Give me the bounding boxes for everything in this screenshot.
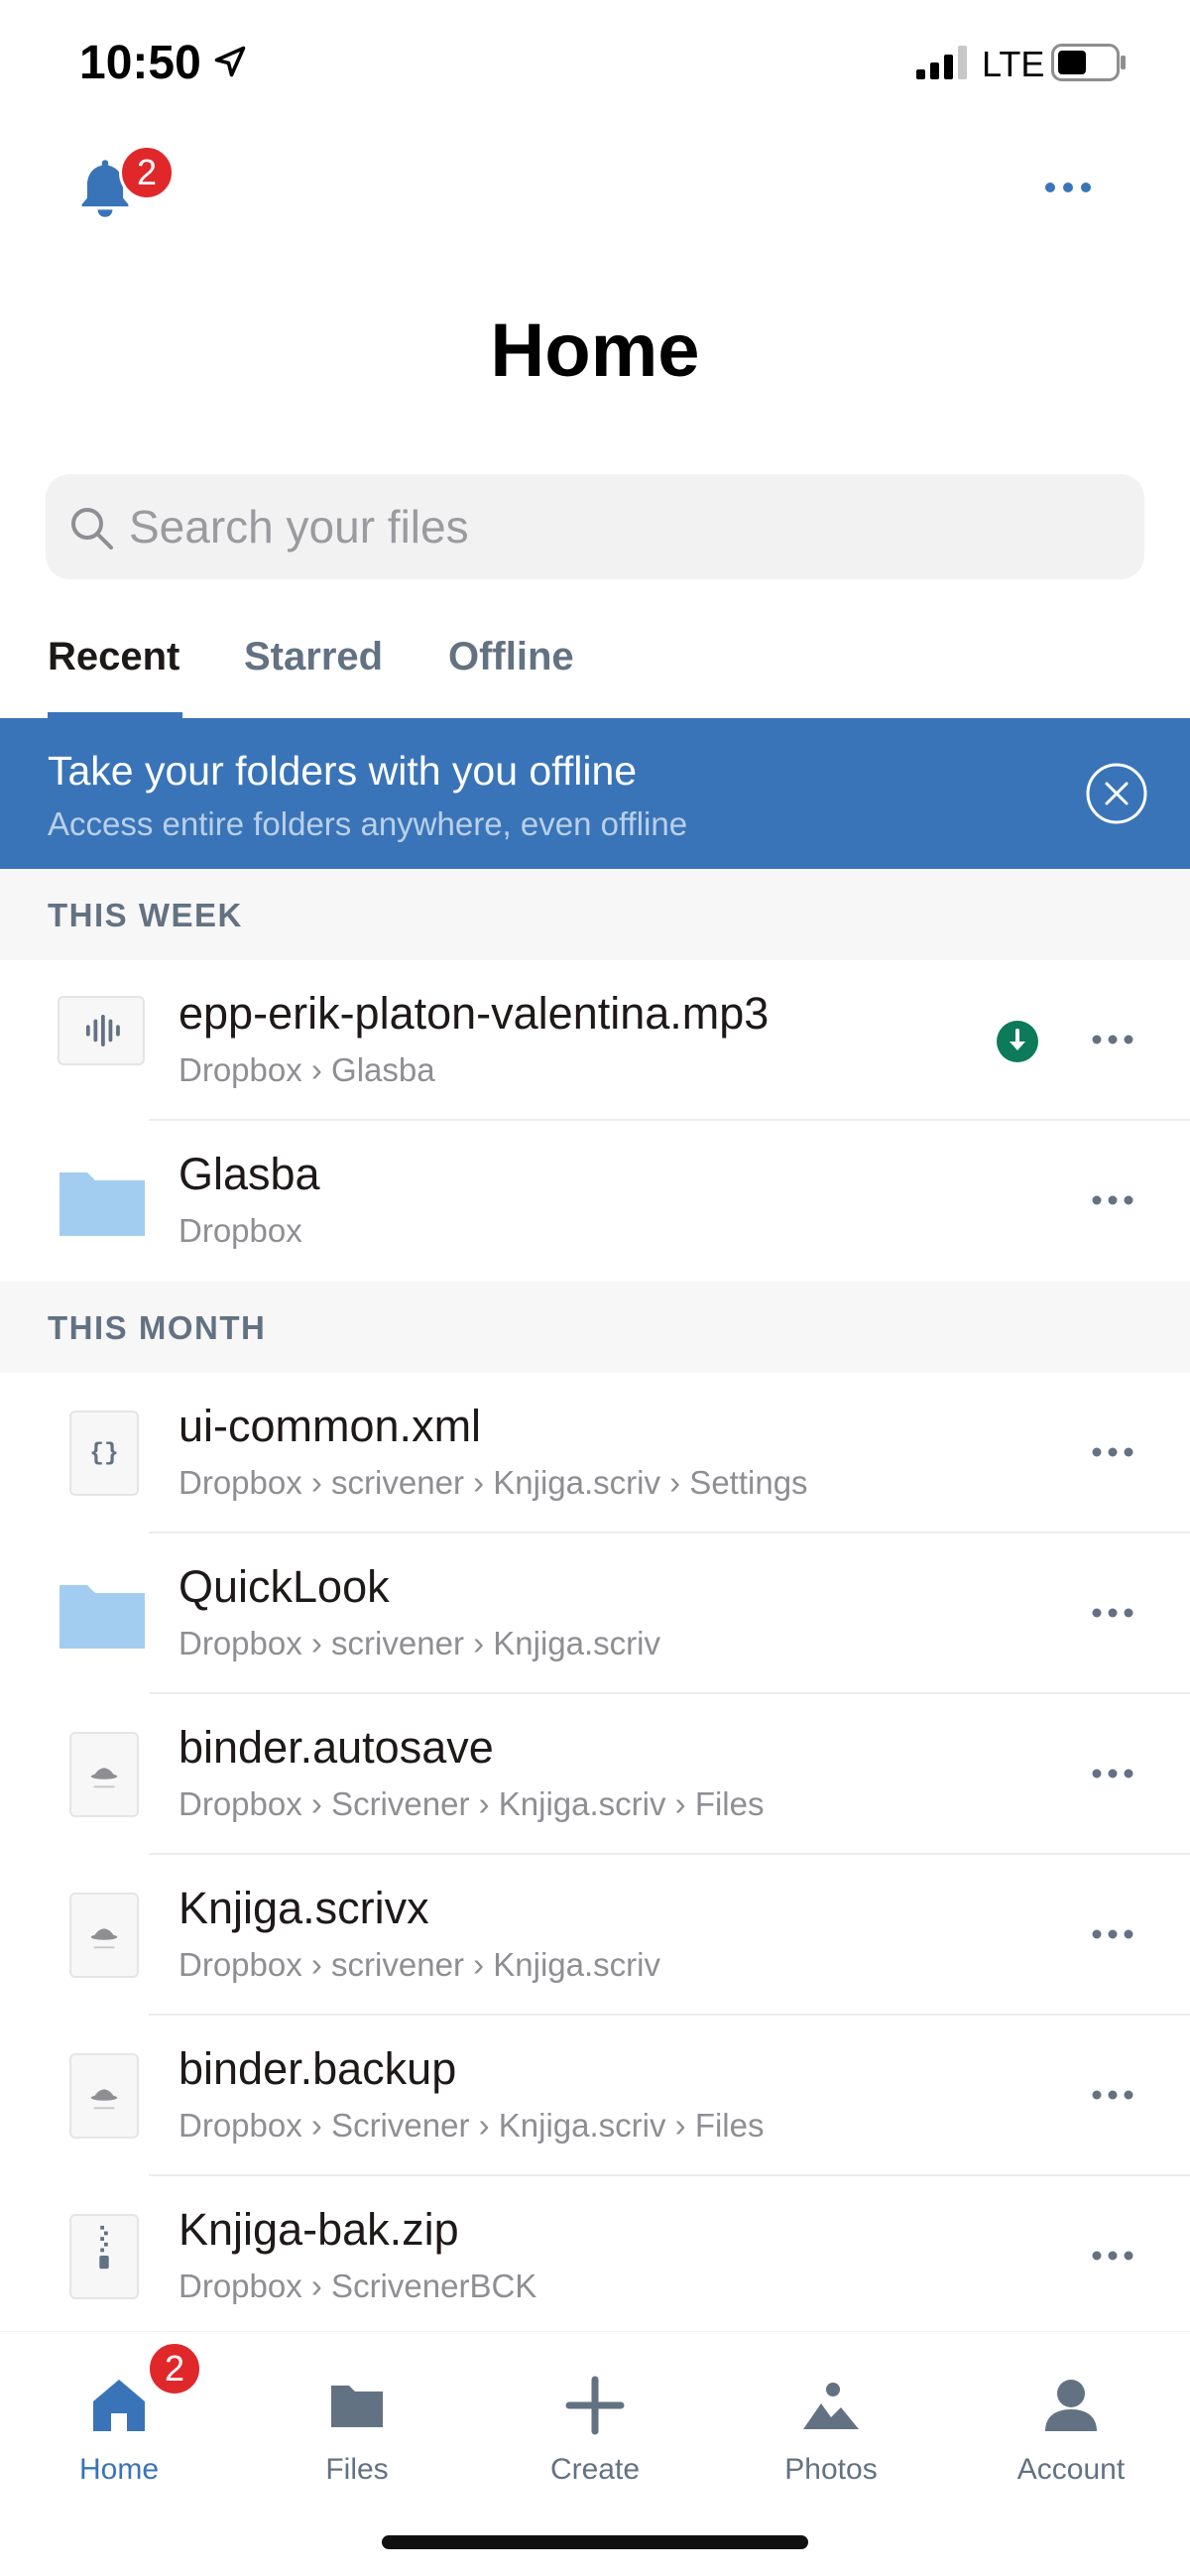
more-options-icon[interactable]	[1091, 2250, 1134, 2262]
file-path: Dropbox › ScrivenerBCK	[178, 2268, 537, 2304]
code-file-icon: {}	[69, 1411, 139, 1496]
home-notification-badge: 2	[147, 2341, 202, 2396]
more-options-icon[interactable]	[1091, 1034, 1134, 1045]
banner-subtitle: Access entire folders anywhere, even off…	[48, 805, 688, 842]
section-header-this-month: THIS MONTH	[0, 1282, 1190, 1373]
file-name: ui-common.xml	[178, 1401, 482, 1451]
plus-icon	[565, 2376, 625, 2435]
banner-title: Take your folders with you offline	[48, 748, 638, 794]
status-bar: 10:50 LTE	[0, 0, 1190, 129]
photos-icon	[803, 2383, 859, 2429]
more-options-icon[interactable]	[1091, 1607, 1134, 1619]
tabbar-photos[interactable]: Photos	[732, 2362, 930, 2501]
more-options-icon[interactable]	[1091, 2089, 1134, 2101]
more-options-icon[interactable]	[1091, 1194, 1134, 1206]
tabbar-label: Home	[78, 2453, 160, 2486]
section-title: THIS MONTH	[48, 1309, 267, 1346]
folder-icon	[331, 2386, 383, 2427]
file-name: QuickLook	[178, 1561, 390, 1612]
generic-file-icon	[69, 1732, 139, 1817]
file-path: Dropbox › scrivener › Knjiga.scriv	[178, 1946, 660, 1983]
generic-file-icon	[69, 1893, 139, 1978]
tab-recent[interactable]: Recent	[48, 635, 179, 718]
folder-row[interactable]: QuickLook Dropbox › scrivener › Knjiga.s…	[0, 1533, 1190, 1694]
notification-badge: 2	[119, 145, 175, 200]
tabbar-label: Files	[325, 2453, 389, 2486]
file-name: Knjiga-bak.zip	[178, 2204, 459, 2255]
file-row[interactable]: Knjiga.scrivx Dropbox › scrivener › Knji…	[0, 1855, 1190, 2016]
tab-bar: Recent Starred Offline	[0, 635, 1190, 718]
audio-file-icon	[58, 996, 145, 1065]
file-path: Dropbox › scrivener › Knjiga.scriv	[178, 1625, 660, 1661]
offline-promo-banner[interactable]: Take your folders with you offline Acces…	[0, 718, 1190, 869]
section-header-this-week: THIS WEEK	[0, 869, 1190, 960]
svg-text:{}: {}	[89, 1441, 118, 1468]
folder-icon	[60, 1585, 145, 1649]
file-name: Knjiga.scrivx	[178, 1883, 429, 1933]
more-options-icon[interactable]	[1091, 1928, 1134, 1940]
tabbar-label: Create	[549, 2453, 641, 2486]
file-path: Dropbox	[178, 1212, 302, 1249]
zip-file-icon	[69, 2214, 139, 2299]
search-icon	[71, 508, 113, 550]
folder-icon	[60, 1172, 145, 1236]
offline-available-icon	[997, 1021, 1038, 1062]
home-indicator[interactable]	[382, 2535, 808, 2549]
search-bar[interactable]	[46, 474, 1144, 579]
network-type: LTE	[982, 44, 1045, 84]
more-options-icon[interactable]	[1091, 1768, 1134, 1779]
tabbar-account[interactable]: Account	[972, 2362, 1170, 2501]
tabbar-label: Account	[1016, 2453, 1126, 2486]
signal-strength-icon	[916, 46, 967, 79]
file-name: binder.autosave	[178, 1722, 494, 1773]
file-path: Dropbox › Scrivener › Knjiga.scriv › Fil…	[178, 1785, 765, 1822]
account-icon	[1045, 2380, 1097, 2431]
file-row[interactable]: binder.autosave Dropbox › Scrivener › Kn…	[0, 1694, 1190, 1855]
page-title: Home	[490, 308, 700, 393]
tab-starred[interactable]: Starred	[244, 635, 383, 718]
tabbar-files[interactable]: Files	[258, 2362, 456, 2501]
file-path: Dropbox › Glasba	[178, 1051, 435, 1088]
tabbar-label: Photos	[784, 2453, 878, 2486]
file-row[interactable]: {} ui-common.xml Dropbox › scrivener › K…	[0, 1373, 1190, 1533]
generic-file-icon	[69, 2053, 139, 2139]
file-name: binder.backup	[178, 2043, 457, 2094]
battery-icon	[1051, 44, 1126, 81]
search-input[interactable]	[129, 474, 1101, 579]
status-time: 10:50	[79, 37, 201, 89]
location-arrow-icon	[214, 46, 246, 77]
home-icon	[93, 2380, 145, 2431]
more-options-icon[interactable]	[1091, 1446, 1134, 1458]
tabbar-create[interactable]: Create	[496, 2362, 694, 2501]
file-row[interactable]: epp-erik-platon-valentina.mp3 Dropbox › …	[0, 960, 1190, 1121]
file-name: Glasba	[178, 1149, 320, 1199]
file-row[interactable]: Knjiga-bak.zip Dropbox › ScrivenerBCK	[0, 2176, 1190, 2337]
file-path: Dropbox › scrivener › Knjiga.scriv › Set…	[178, 1464, 808, 1501]
section-title: THIS WEEK	[48, 897, 243, 933]
close-icon[interactable]	[1085, 762, 1148, 825]
more-options-icon[interactable]	[1043, 181, 1093, 194]
file-row[interactable]: binder.backup Dropbox › Scrivener › Knji…	[0, 2016, 1190, 2176]
folder-row[interactable]: Glasba Dropbox	[0, 1121, 1190, 1282]
tab-offline[interactable]: Offline	[448, 635, 574, 718]
file-path: Dropbox › Scrivener › Knjiga.scriv › Fil…	[178, 2107, 765, 2144]
file-name: epp-erik-platon-valentina.mp3	[178, 988, 770, 1039]
